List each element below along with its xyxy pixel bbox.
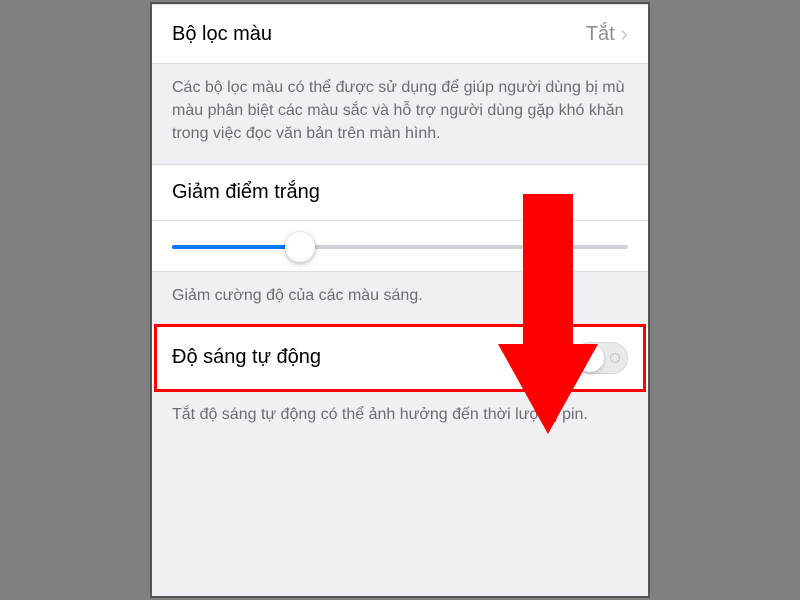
auto-brightness-footer: Tắt độ sáng tự động có thể ảnh hưởng đến… (152, 391, 648, 444)
slider-thumb[interactable] (285, 232, 315, 262)
auto-brightness-toggle[interactable] (574, 342, 628, 374)
settings-screen: Bộ lọc màu Tắt › Các bộ lọc màu có thể đ… (150, 2, 650, 598)
color-filter-footer: Các bộ lọc màu có thể được sử dụng để gi… (152, 64, 648, 164)
reduce-white-point-footer: Giảm cường độ của các màu sáng. (152, 272, 648, 325)
toggle-off-indicator-icon (610, 353, 620, 363)
auto-brightness-label: Độ sáng tự động (172, 346, 321, 369)
auto-brightness-row[interactable]: Độ sáng tự động (152, 325, 648, 391)
color-filter-value-wrap: Tắt › (586, 21, 628, 47)
white-point-slider[interactable] (172, 245, 628, 249)
chevron-right-icon: › (621, 21, 628, 47)
reduce-white-point-label: Giảm điểm trắng (172, 181, 320, 204)
color-filter-value: Tắt (586, 23, 615, 46)
color-filter-label: Bộ lọc màu (172, 23, 272, 46)
reduce-white-point-row[interactable]: Giảm điểm trắng (152, 164, 648, 221)
toggle-knob (576, 344, 604, 372)
slider-fill (172, 245, 300, 249)
color-filter-row[interactable]: Bộ lọc màu Tắt › (152, 4, 648, 64)
reduce-white-point-slider-row (152, 221, 648, 272)
